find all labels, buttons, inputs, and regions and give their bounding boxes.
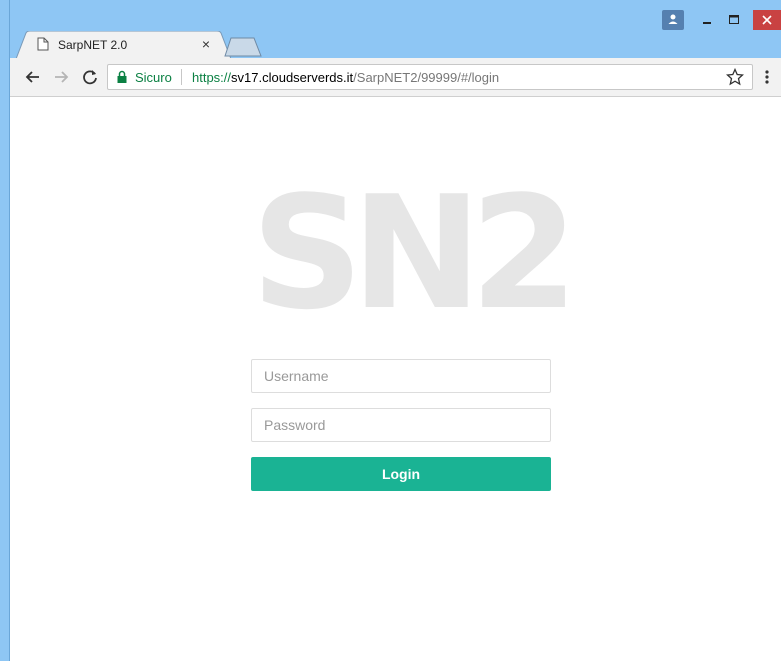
secure-label: Sicuro [135, 70, 172, 85]
window-close-icon[interactable] [753, 10, 781, 30]
maximize-icon[interactable] [724, 11, 744, 29]
login-button[interactable]: Login [251, 457, 551, 491]
url-path: /SarpNET2/99999/#/login [353, 70, 500, 85]
url-scheme: https:// [192, 70, 232, 85]
window-frame-left [0, 0, 10, 661]
reload-icon[interactable] [79, 66, 101, 88]
username-input[interactable] [251, 359, 551, 393]
star-icon[interactable] [726, 68, 744, 86]
lock-icon [117, 70, 127, 83]
back-arrow-icon[interactable] [22, 66, 44, 88]
forward-arrow-icon[interactable] [50, 66, 72, 88]
minimize-icon[interactable] [697, 11, 717, 29]
url-text[interactable]: https://sv17.cloudserverds.it/SarpNET2/9… [192, 70, 499, 85]
url-host: sv17.cloudserverds.it [231, 70, 354, 85]
omnibox-divider [181, 69, 182, 85]
new-tab-icon[interactable] [224, 37, 262, 57]
close-icon[interactable]: × [199, 36, 213, 52]
tab-title: SarpNET 2.0 [58, 38, 128, 52]
app-logo: SN2 [251, 162, 578, 344]
user-icon[interactable] [662, 10, 684, 30]
password-input[interactable] [251, 408, 551, 442]
document-icon [37, 37, 49, 51]
menu-icon[interactable] [761, 68, 773, 86]
